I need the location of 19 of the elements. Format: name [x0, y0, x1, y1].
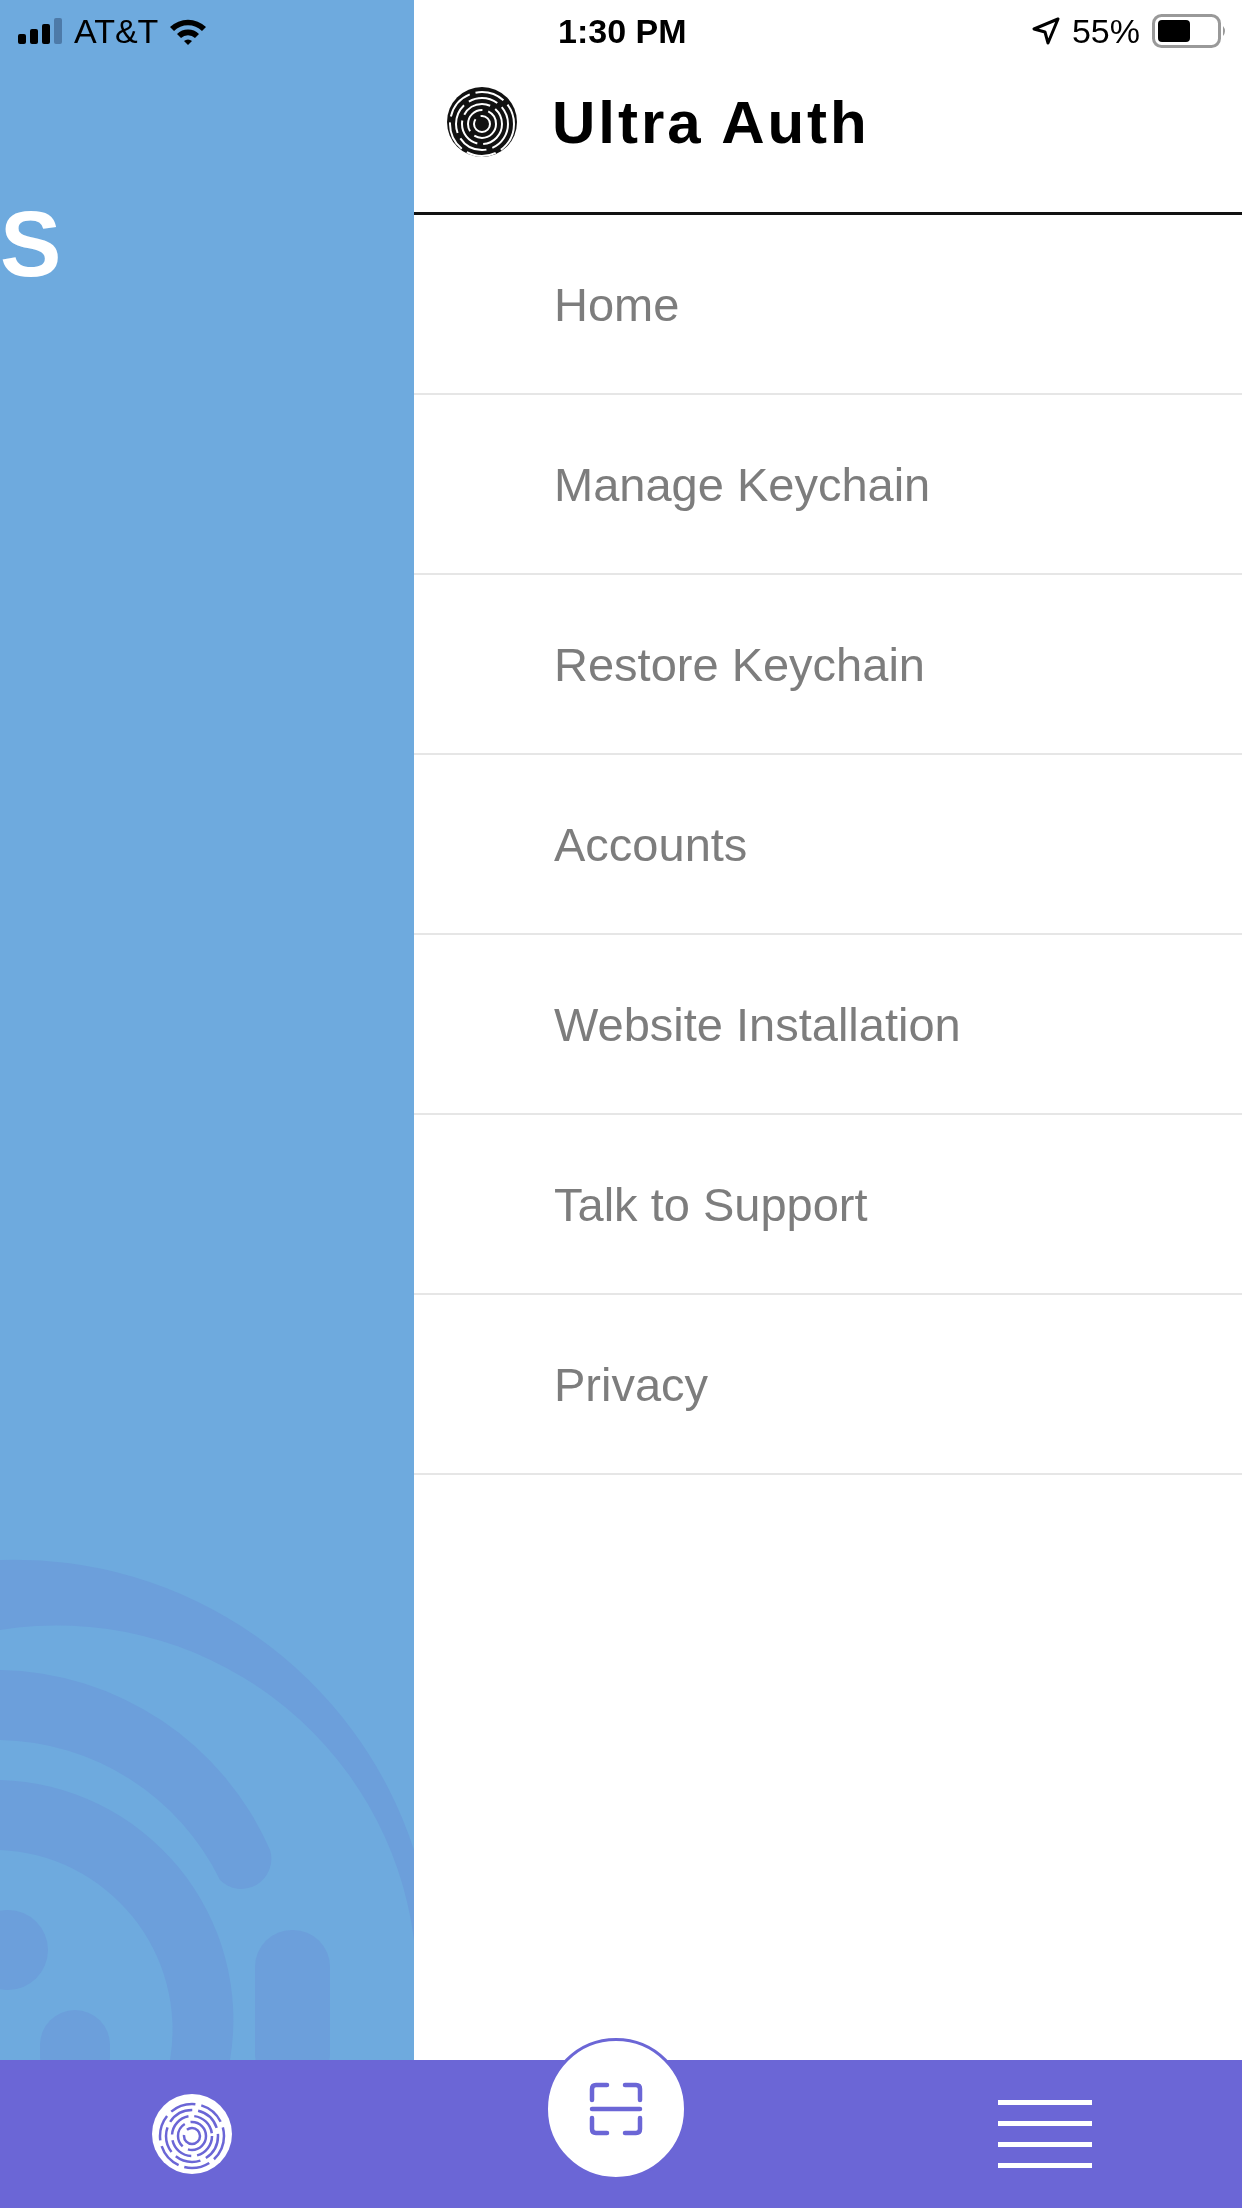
signal-icon: [18, 18, 64, 44]
battery-percent: 55%: [1071, 11, 1140, 51]
menu-item[interactable]: Restore Keychain: [414, 575, 1242, 755]
menu-item[interactable]: Manage Keychain: [414, 395, 1242, 575]
scan-icon: [589, 2082, 643, 2136]
menu-item[interactable]: Talk to Support: [414, 1115, 1242, 1295]
menu-icon[interactable]: [998, 2098, 1092, 2170]
app-title: Ultra Auth: [552, 87, 870, 157]
battery-icon: [1152, 14, 1228, 48]
menu-item[interactable]: Privacy: [414, 1295, 1242, 1475]
menu-item[interactable]: Home: [414, 215, 1242, 395]
fingerprint-icon[interactable]: [150, 2092, 234, 2176]
page-heading: S: [0, 198, 63, 290]
menu-item[interactable]: Accounts: [414, 755, 1242, 935]
fingerprint-logo-icon: [446, 86, 518, 158]
menu-item[interactable]: Website Installation: [414, 935, 1242, 1115]
clock-time: 1:30 PM: [557, 11, 688, 51]
carrier-name: AT&T: [74, 11, 159, 51]
location-arrow-icon: [1031, 17, 1060, 45]
